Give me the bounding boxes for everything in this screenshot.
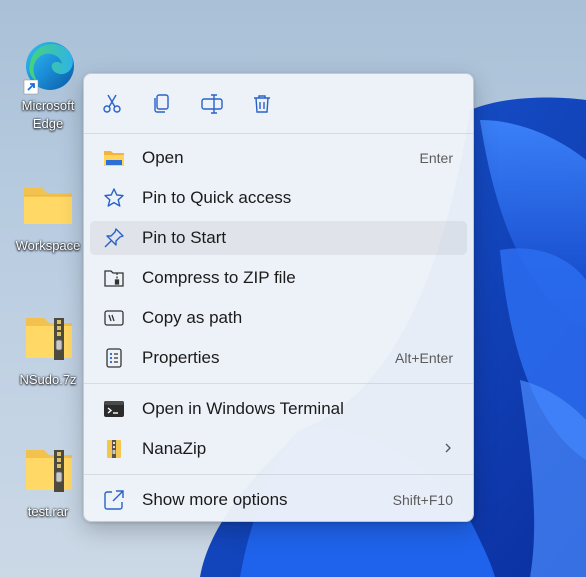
menu-separator bbox=[84, 133, 473, 134]
delete-button[interactable] bbox=[246, 88, 278, 120]
menu-item-shortcut: Shift+F10 bbox=[392, 492, 453, 508]
rename-button[interactable] bbox=[196, 88, 228, 120]
menu-separator bbox=[84, 383, 473, 384]
menu-item-nanazip[interactable]: NanaZip bbox=[90, 432, 467, 466]
menu-item-label: Copy as path bbox=[142, 308, 243, 327]
menu-item-open[interactable]: Open Enter bbox=[90, 141, 467, 175]
menu-item-label: Show more options bbox=[142, 490, 288, 509]
menu-item-label: Compress to ZIP file bbox=[142, 268, 296, 287]
desktop-icon-label: test.rar bbox=[27, 504, 69, 519]
zip-folder-icon bbox=[18, 308, 78, 368]
menu-item-label: NanaZip bbox=[142, 439, 207, 458]
star-icon bbox=[102, 186, 126, 210]
cut-icon bbox=[103, 94, 121, 113]
menu-item-label: Open bbox=[142, 148, 184, 167]
copy-path-icon bbox=[102, 306, 126, 330]
desktop-icon-label: Edge bbox=[32, 116, 64, 131]
menu-item-label: Pin to Start bbox=[142, 228, 227, 247]
menu-item-copy-as-path[interactable]: Copy as path bbox=[90, 301, 467, 335]
menu-separator bbox=[84, 474, 473, 475]
folder-open-icon bbox=[102, 146, 126, 170]
nanazip-icon bbox=[102, 437, 126, 461]
context-menu: Open Enter Pin to Quick access Pin to St… bbox=[83, 73, 474, 522]
copy-icon bbox=[154, 94, 169, 113]
desktop-icon-testrar[interactable]: test.rar bbox=[10, 440, 86, 521]
edge-icon bbox=[18, 36, 78, 96]
desktop-icon-nsudo[interactable]: NSudo.7z bbox=[10, 308, 86, 389]
menu-item-label: Open in Windows Terminal bbox=[142, 399, 344, 418]
zip-folder-icon bbox=[18, 440, 78, 500]
pin-icon bbox=[102, 226, 126, 250]
show-more-icon bbox=[102, 488, 126, 512]
desktop-icon-label: NSudo.7z bbox=[19, 372, 77, 387]
menu-item-properties[interactable]: Properties Alt+Enter bbox=[90, 341, 467, 375]
menu-item-pin-quick-access[interactable]: Pin to Quick access bbox=[90, 181, 467, 215]
desktop-icon-workspace[interactable]: Workspace bbox=[10, 174, 86, 255]
cut-button[interactable] bbox=[96, 88, 128, 120]
menu-item-pin-start[interactable]: Pin to Start bbox=[90, 221, 467, 255]
context-menu-toolbar bbox=[84, 74, 473, 133]
delete-icon bbox=[254, 95, 270, 113]
terminal-icon bbox=[102, 397, 126, 421]
copy-button[interactable] bbox=[146, 88, 178, 120]
menu-item-show-more-options[interactable]: Show more options Shift+F10 bbox=[90, 483, 467, 517]
desktop-icon-label: Workspace bbox=[15, 238, 81, 253]
rename-icon bbox=[201, 94, 223, 114]
desktop-icon-edge[interactable]: Microsoft Edge bbox=[10, 36, 86, 133]
menu-item-open-terminal[interactable]: Open in Windows Terminal bbox=[90, 392, 467, 426]
properties-icon bbox=[102, 346, 126, 370]
menu-item-shortcut: Alt+Enter bbox=[395, 350, 453, 366]
chevron-right-icon bbox=[443, 439, 453, 459]
zip-icon bbox=[102, 266, 126, 290]
desktop-icon-label: Microsoft bbox=[21, 98, 75, 113]
menu-item-label: Pin to Quick access bbox=[142, 188, 292, 207]
menu-item-compress-zip[interactable]: Compress to ZIP file bbox=[90, 261, 467, 295]
menu-item-shortcut: Enter bbox=[419, 150, 453, 166]
folder-icon bbox=[18, 174, 78, 234]
menu-item-label: Properties bbox=[142, 348, 220, 367]
